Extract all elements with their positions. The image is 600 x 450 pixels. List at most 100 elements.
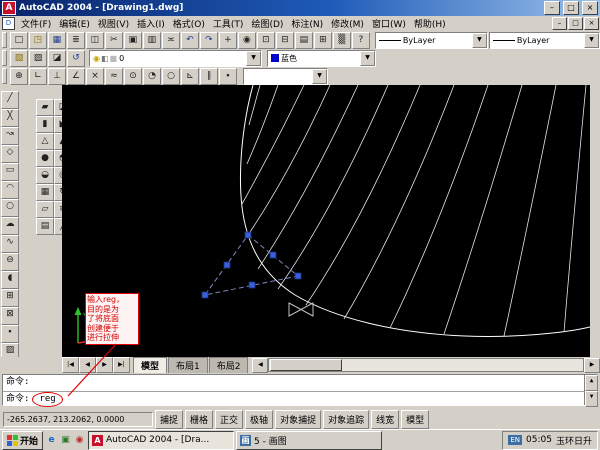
layout-tab[interactable]: 模型	[133, 357, 168, 373]
snap-extension-icon[interactable]: ≈	[105, 67, 123, 85]
restore-button[interactable]: □	[563, 1, 579, 15]
layout-tab[interactable]: 布局1	[168, 357, 208, 373]
menu-item[interactable]: 工具(T)	[209, 16, 248, 31]
revision-cloud-icon[interactable]: ☁	[1, 217, 19, 235]
help-icon[interactable]: ?	[351, 31, 370, 49]
make-block-icon[interactable]: ⊠	[1, 307, 19, 325]
designcenter-icon[interactable]: ⊞	[313, 31, 332, 49]
tab-last-button[interactable]: ▶|	[113, 357, 130, 373]
color-dropdown[interactable]: 蓝色 ▼	[267, 49, 376, 67]
menu-item[interactable]: 文件(F)	[17, 16, 55, 31]
edge-surface-icon[interactable]: ▤	[36, 218, 54, 235]
status-toggle[interactable]: 对象捕捉	[275, 409, 322, 429]
task-button-autocad[interactable]: A AutoCAD 2004 - [Dra...	[88, 430, 235, 450]
copy-icon[interactable]: ▣	[123, 31, 142, 49]
pyramid-surface-icon[interactable]: △	[36, 133, 54, 150]
menu-item[interactable]: 视图(V)	[94, 16, 133, 31]
scrollbar-thumb[interactable]	[270, 359, 343, 371]
minimize-button[interactable]: –	[544, 1, 560, 15]
layout-tab[interactable]: 布局2	[208, 357, 249, 373]
status-toggle[interactable]: 捕捉	[155, 409, 184, 429]
snap-center-icon[interactable]: ⊙	[124, 67, 142, 85]
command-scrollbar[interactable]: ▲ ▼	[584, 375, 598, 407]
chevron-down-icon[interactable]: ▼	[471, 32, 487, 48]
arc-icon[interactable]: ◠	[1, 181, 19, 199]
task-button-paint[interactable]: 画 5 - 画图	[236, 430, 383, 450]
dish-surface-icon[interactable]: ◒	[36, 167, 54, 184]
doc-close-button[interactable]: ×	[584, 17, 599, 30]
circle-icon[interactable]: ○	[1, 199, 19, 217]
snap-node-icon[interactable]: ∙	[219, 67, 237, 85]
pan-icon[interactable]: +	[218, 31, 237, 49]
match-properties-icon[interactable]: ≍	[161, 31, 180, 49]
make-layer-current-icon[interactable]: ◪	[48, 49, 66, 67]
menu-item[interactable]: 帮助(H)	[410, 16, 450, 31]
scroll-up-icon[interactable]: ▲	[585, 375, 598, 391]
scroll-down-icon[interactable]: ▼	[585, 391, 598, 407]
tab-prev-button[interactable]: ◀	[79, 357, 96, 373]
toolbar-grip[interactable]	[2, 68, 7, 84]
scrollbar-track[interactable]	[268, 358, 584, 372]
menu-item[interactable]: 窗口(W)	[368, 16, 410, 31]
cut-icon[interactable]: ✂	[104, 31, 123, 49]
paste-icon[interactable]: ▥	[142, 31, 161, 49]
line-icon[interactable]: ╱	[1, 91, 19, 109]
print-preview-icon[interactable]: ◫	[85, 31, 104, 49]
snap-endpoint-icon[interactable]: ⊥	[48, 67, 66, 85]
new-icon[interactable]: □	[9, 31, 28, 49]
status-toggle[interactable]: 栅格	[185, 409, 214, 429]
status-toggle[interactable]: 正交	[215, 409, 244, 429]
polyline-icon[interactable]: ↝	[1, 127, 19, 145]
horizontal-scrollbar[interactable]: ◀ ▶	[252, 357, 600, 373]
snap-perpendicular-icon[interactable]: ⊾	[181, 67, 199, 85]
properties-icon[interactable]: ▤	[294, 31, 313, 49]
undo-icon[interactable]: ↶	[180, 31, 199, 49]
quicklaunch-media-icon[interactable]: ◉	[73, 433, 86, 447]
command-input-line[interactable]: 命令: reg	[3, 391, 597, 407]
doc-minimize-button[interactable]: –	[552, 17, 567, 30]
construction-line-icon[interactable]: ╳	[1, 109, 19, 127]
layers-icon[interactable]: ▧	[10, 49, 28, 67]
zoom-window-icon[interactable]: ⊡	[256, 31, 275, 49]
layer-dropdown[interactable]: ◉ ◧ ■ 0 ▼	[89, 49, 262, 67]
redo-icon[interactable]: ↷	[199, 31, 218, 49]
quicklaunch-desktop-icon[interactable]: ▣	[59, 433, 72, 447]
menu-item[interactable]: 绘图(D)	[247, 16, 287, 31]
open-icon[interactable]: ◳	[28, 31, 47, 49]
box-surface-icon[interactable]: ▮	[36, 116, 54, 133]
tab-first-button[interactable]: |◀	[62, 357, 79, 373]
zoom-previous-icon[interactable]: ⊟	[275, 31, 294, 49]
snap-intersection-icon[interactable]: ×	[86, 67, 104, 85]
scroll-right-icon[interactable]: ▶	[584, 357, 600, 373]
command-input-value[interactable]: reg	[32, 391, 63, 407]
zoom-realtime-icon[interactable]: ◉	[237, 31, 256, 49]
spline-icon[interactable]: ∿	[1, 235, 19, 253]
scroll-left-icon[interactable]: ◀	[252, 357, 269, 373]
snap-quadrant-icon[interactable]: ◔	[143, 67, 161, 85]
rectangle-icon[interactable]: ▭	[1, 163, 19, 181]
save-icon[interactable]: ▦	[47, 31, 66, 49]
status-toggle[interactable]: 模型	[401, 409, 430, 429]
start-button[interactable]: 开始	[2, 430, 44, 450]
linetype-dropdown[interactable]: ByLayer ▼	[374, 31, 488, 49]
2d-solid-icon[interactable]: ▰	[36, 99, 54, 116]
print-icon[interactable]: ≣	[66, 31, 85, 49]
menu-item[interactable]: 插入(I)	[133, 16, 169, 31]
style-dropdown[interactable]: ▼	[243, 67, 328, 85]
sphere-surface-icon[interactable]: ●	[36, 150, 54, 167]
snap-midpoint-icon[interactable]: ∠	[67, 67, 85, 85]
menu-item[interactable]: 编辑(E)	[55, 16, 94, 31]
status-toggle[interactable]: 线宽	[371, 409, 400, 429]
tabulated-surface-icon[interactable]: ▱	[36, 201, 54, 218]
close-button[interactable]: ×	[582, 1, 598, 15]
ellipse-arc-icon[interactable]: ◖	[1, 271, 19, 289]
doc-restore-button[interactable]: □	[568, 17, 583, 30]
snap-from-icon[interactable]: ∟	[29, 67, 47, 85]
snap-parallel-icon[interactable]: ∥	[200, 67, 218, 85]
drawing-canvas[interactable]: Y X 输入reg，目的是为了将底面创建便于进行拉伸	[62, 85, 590, 357]
snap-tangent-icon[interactable]: ○	[162, 67, 180, 85]
polygon-icon[interactable]: ◇	[1, 145, 19, 163]
layer-previous-icon[interactable]: ↺	[67, 49, 85, 67]
chevron-down-icon[interactable]: ▼	[360, 50, 375, 66]
ellipse-icon[interactable]: ⊖	[1, 253, 19, 271]
